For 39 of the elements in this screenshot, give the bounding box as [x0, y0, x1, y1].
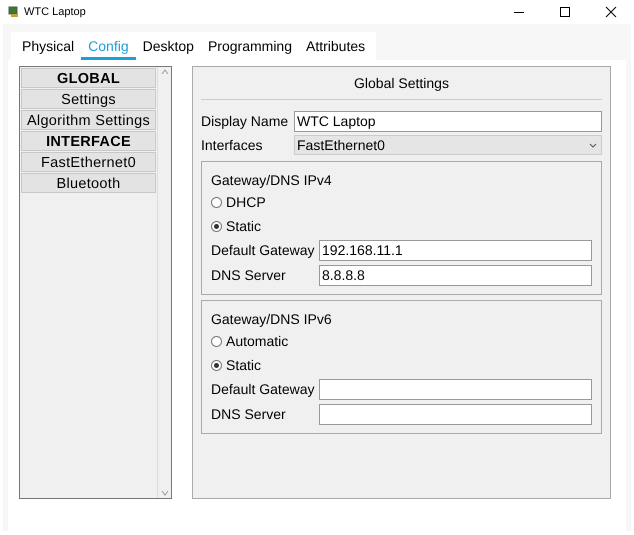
radio-button[interactable] — [211, 220, 222, 232]
sidebar-header[interactable]: GLOBAL — [21, 68, 156, 88]
field-label: DNS Server — [211, 405, 287, 424]
input-field[interactable]: 8.8.8.8 — [319, 265, 592, 286]
field-label: Default Gateway — [211, 380, 316, 399]
app-icon — [8, 6, 20, 18]
radio-label: Automatic — [226, 332, 288, 350]
field-label: Display Name — [201, 112, 290, 131]
window-title: WTC Laptop — [24, 4, 86, 20]
tab[interactable]: Desktop — [136, 36, 201, 60]
radio-label: Static — [226, 356, 262, 374]
input-field[interactable] — [319, 404, 592, 425]
sidebar-item[interactable]: FastEthernet0 — [21, 152, 156, 172]
scroll-down-icon[interactable] — [160, 490, 168, 496]
sidebar-item[interactable]: Bluetooth — [21, 173, 156, 193]
group-title: Gateway/DNS IPv6 — [211, 310, 333, 329]
sidebar-header[interactable]: INTERFACE — [21, 131, 156, 151]
field-label: DNS Server — [211, 266, 287, 285]
radio-button[interactable] — [211, 360, 222, 370]
group-title: Gateway/DNS IPv4 — [211, 171, 333, 190]
input-field[interactable]: 192.168.11.1 — [319, 240, 592, 261]
input-field[interactable] — [319, 379, 592, 400]
dropdown[interactable]: FastEthernet0 — [294, 135, 602, 155]
tab[interactable]: Physical — [15, 36, 82, 60]
chevron-down-icon — [589, 142, 597, 148]
field-label: Default Gateway — [211, 241, 316, 260]
scrollbar[interactable] — [157, 67, 171, 498]
tab[interactable]: Programming — [200, 36, 299, 60]
panel-title: Global Settings — [354, 74, 449, 93]
radio-button[interactable] — [211, 196, 222, 208]
sidebar-item[interactable]: Algorithm Settings — [21, 110, 156, 130]
input-field[interactable]: WTC Laptop — [294, 110, 602, 132]
sidebar-item[interactable]: Settings — [21, 89, 156, 109]
radio-label: Static — [226, 216, 262, 236]
tab[interactable]: Attributes — [299, 36, 372, 60]
radio-button[interactable] — [211, 336, 222, 346]
radio-label: DHCP — [226, 192, 266, 212]
field-label: Interfaces — [201, 136, 264, 154]
scroll-up-icon[interactable] — [160, 69, 168, 75]
